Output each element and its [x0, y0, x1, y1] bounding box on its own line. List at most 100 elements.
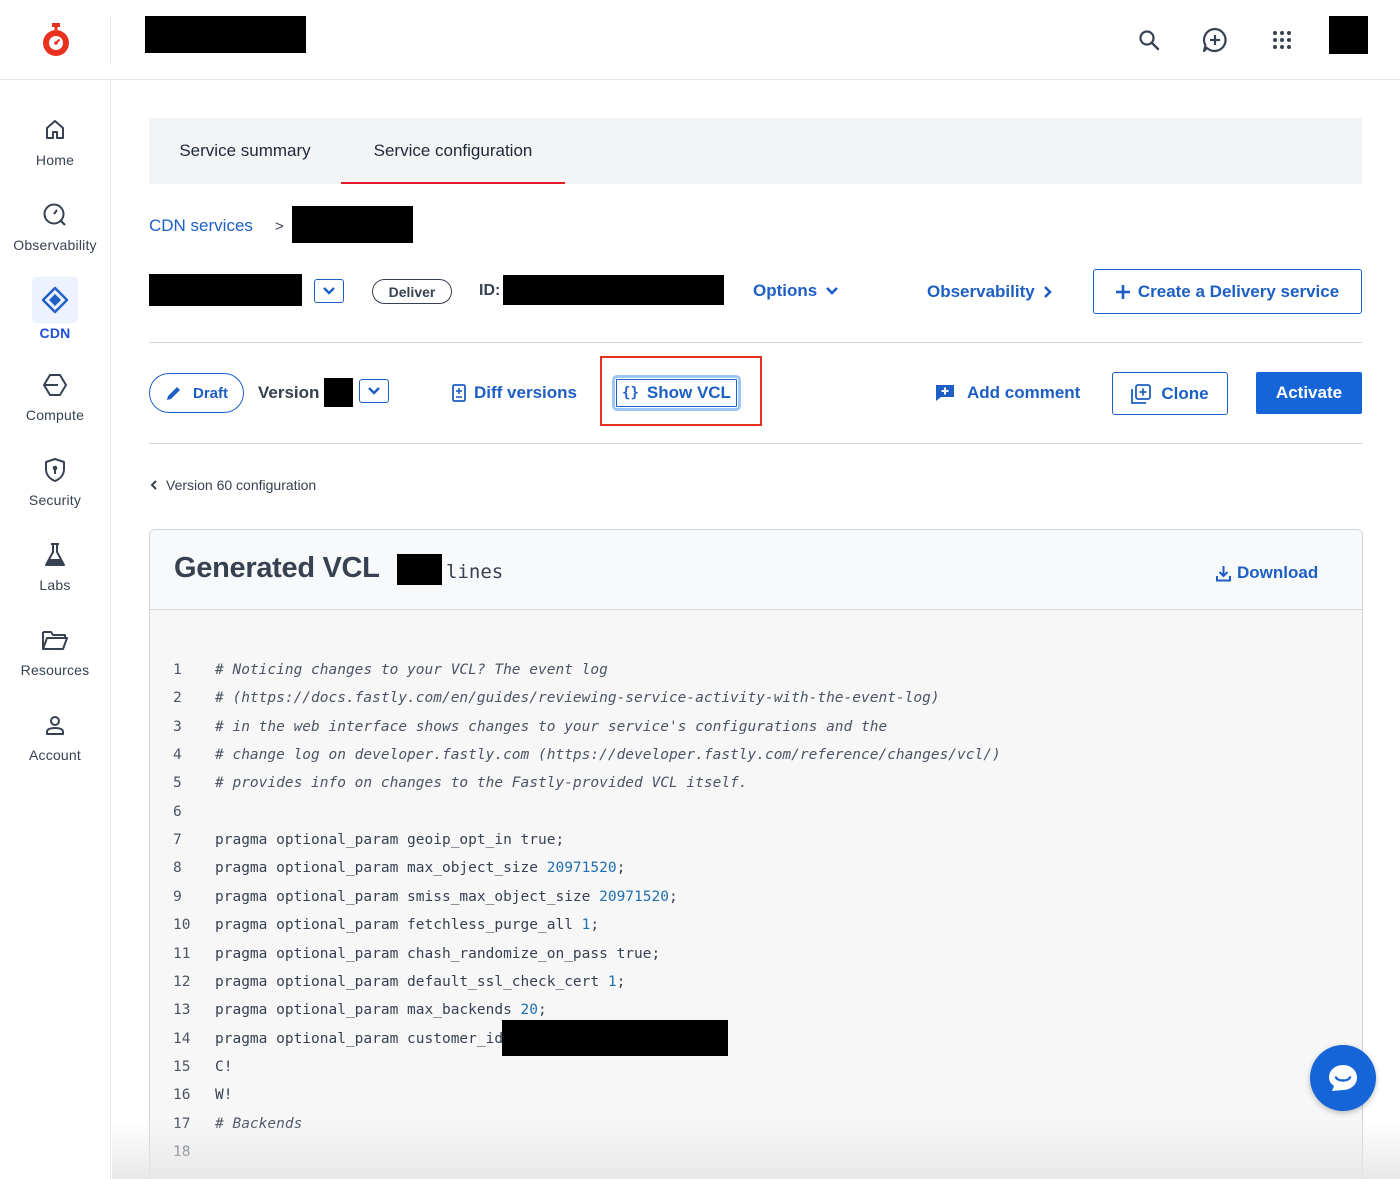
- sidebar-item-home[interactable]: Home: [0, 112, 110, 192]
- service-switcher-dropdown[interactable]: [314, 279, 344, 303]
- lines-label: lines: [446, 561, 504, 583]
- code-line: 8 pragma optional_param max_object_size 2…: [150, 860, 1362, 888]
- home-icon: [41, 116, 69, 144]
- sidebar-item-cdn[interactable]: CDN: [0, 277, 110, 362]
- generated-vcl-panel: Generated VCL lines Download 1 # Noticing…: [149, 529, 1363, 1179]
- folder-icon: [41, 626, 69, 654]
- chevron-down-icon: [826, 287, 839, 295]
- code-segment: ;: [616, 973, 626, 990]
- tab-label: Service summary: [179, 141, 311, 160]
- sidebar: Home Observability CDN Compute Security …: [0, 80, 111, 1179]
- draft-button[interactable]: Draft: [149, 373, 244, 413]
- code-segment: # change log on developer.fastly.com (ht…: [215, 747, 1001, 764]
- code-line: 3 # in the web interface shows changes to…: [150, 718, 1362, 747]
- code-line: 14 pragma optional_param customer_id: [150, 1019, 1362, 1059]
- clone-button[interactable]: Clone: [1112, 372, 1228, 415]
- tab-service-configuration[interactable]: Service configuration: [341, 118, 565, 184]
- code-segment: pragma optional_param customer_id: [215, 1030, 504, 1047]
- sidebar-item-resources[interactable]: Resources: [0, 622, 110, 702]
- sidebar-item-label: Security: [28, 492, 82, 508]
- code-text: pragma optional_param max_backends 20;: [215, 1002, 547, 1018]
- code-line: 2 # (https://docs.fastly.com/en/guides/re…: [150, 690, 1362, 718]
- app-grid-icon[interactable]: [1266, 24, 1298, 56]
- sidebar-item-labs[interactable]: Labs: [0, 537, 110, 617]
- download-label: Download: [1237, 563, 1319, 582]
- comment-plus-icon: [936, 385, 954, 401]
- activate-button[interactable]: Activate: [1256, 372, 1362, 414]
- add-comment-button[interactable]: Add comment: [935, 383, 1080, 403]
- code-line: 11 pragma optional_param chash_randomize_…: [150, 946, 1362, 974]
- code-line: 7 pragma optional_param geoip_opt_in true…: [150, 832, 1362, 860]
- options-menu[interactable]: Options: [753, 281, 839, 301]
- observability-link[interactable]: Observability: [927, 282, 1053, 302]
- sidebar-item-account[interactable]: Account: [0, 707, 110, 787]
- code-segment: pragma optional_param max_backends: [215, 1002, 521, 1019]
- line-number: 4: [173, 747, 182, 764]
- show-vcl-button[interactable]: {} Show VCL: [612, 375, 741, 411]
- code-line: 4 # change log on developer.fastly.com (h…: [150, 747, 1362, 775]
- code-segment: pragma optional_param geoip_opt_in true;: [215, 832, 565, 849]
- code-text: pragma optional_param smiss_max_object_s…: [215, 889, 678, 905]
- fastly-logo-icon[interactable]: [38, 22, 74, 58]
- breadcrumb-separator: >: [275, 218, 284, 235]
- tab-service-summary[interactable]: Service summary: [149, 118, 341, 184]
- user-icon: [41, 711, 69, 739]
- back-to-version-link[interactable]: Version 60 configuration: [150, 477, 316, 493]
- support-chat-button[interactable]: [1310, 1045, 1376, 1111]
- code-line: 5 # provides info on changes to the Fastl…: [150, 775, 1362, 803]
- code-number: 20971520: [546, 860, 617, 877]
- version-switcher-dropdown[interactable]: [359, 379, 389, 403]
- sidebar-item-compute[interactable]: Compute: [0, 367, 110, 447]
- options-label: Options: [753, 281, 818, 300]
- divider: [149, 342, 1362, 343]
- chat-bubble-icon: [1329, 1065, 1357, 1091]
- line-number: 15: [173, 1058, 191, 1075]
- code-text: pragma optional_param default_ssl_check_…: [215, 974, 625, 990]
- create-delivery-service-button[interactable]: Create a Delivery service: [1093, 269, 1362, 314]
- line-number: 13: [173, 1002, 191, 1019]
- line-number: 6: [173, 803, 182, 820]
- download-button[interactable]: Download: [1216, 563, 1318, 583]
- shield-icon: [41, 456, 69, 484]
- code-segment: ;: [538, 1002, 547, 1019]
- code-text: C!: [215, 1059, 232, 1075]
- sidebar-item-observability[interactable]: Observability: [0, 197, 110, 277]
- create-label: Create a Delivery service: [1137, 281, 1340, 301]
- sidebar-item-security[interactable]: Security: [0, 452, 110, 532]
- account-name-redacted: [145, 16, 306, 53]
- observability-label: Observability: [927, 282, 1035, 301]
- add-comment-label: Add comment: [967, 383, 1081, 402]
- code-number: 20: [520, 1002, 539, 1019]
- code-text: # (https://docs.fastly.com/en/guides/rev…: [215, 690, 940, 706]
- diff-versions-button[interactable]: Diff versions: [452, 383, 577, 403]
- code-text: pragma optional_param max_object_size 20…: [215, 860, 625, 876]
- top-bar: [0, 0, 1400, 80]
- line-number: 7: [173, 832, 182, 849]
- panel-title: Generated VCL: [174, 552, 380, 584]
- code-segment: # Backends: [215, 1115, 303, 1132]
- code-line: 6: [150, 803, 1362, 832]
- user-avatar[interactable]: [1329, 16, 1368, 54]
- service-id-redacted: [503, 275, 724, 305]
- tab-bar: Service summary Service configuration: [149, 118, 1362, 184]
- chevron-down-icon: [368, 387, 380, 395]
- sidebar-item-label: Resources: [20, 662, 90, 678]
- service-id-label: ID:: [479, 282, 501, 299]
- sidebar-item-label: CDN: [39, 325, 71, 341]
- code-line: 1 # Noticing changes to your VCL? The eve…: [150, 662, 1362, 690]
- line-number: 3: [173, 718, 182, 735]
- line-number: 12: [173, 973, 191, 990]
- panel-header: Generated VCL lines Download: [150, 530, 1362, 610]
- chevron-left-icon: [150, 480, 157, 490]
- sidebar-item-label: Labs: [39, 577, 71, 593]
- customer-id-redacted: [502, 1019, 728, 1056]
- code-text: # in the web interface shows changes to …: [215, 719, 887, 735]
- download-icon: [1216, 565, 1231, 581]
- feedback-chat-icon[interactable]: [1199, 24, 1231, 56]
- code-segment: pragma optional_param fetchless_purge_al…: [215, 917, 582, 934]
- line-number: 8: [173, 860, 182, 877]
- code-line: 13 pragma optional_param max_backends 20;: [150, 1002, 1362, 1030]
- breadcrumb-cdn-services[interactable]: CDN services: [149, 216, 253, 236]
- search-icon[interactable]: [1133, 24, 1165, 56]
- back-link-label: Version 60 configuration: [166, 477, 317, 493]
